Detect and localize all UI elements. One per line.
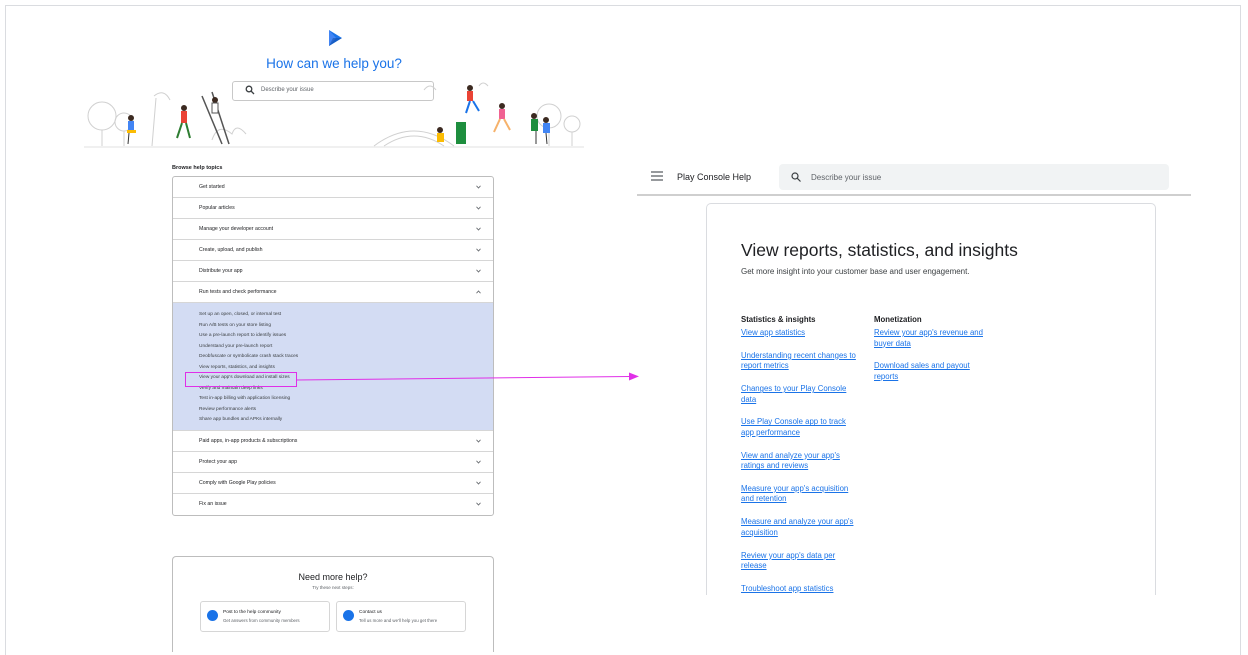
- chevron-down-icon: [476, 227, 481, 231]
- topic-comply-policies[interactable]: Comply with Google Play policies: [173, 473, 493, 494]
- option-desc: Tell us more and we'll help you get ther…: [359, 618, 438, 623]
- article-link[interactable]: View and analyze your app's ratings and …: [741, 451, 859, 472]
- topic-label: Protect your app: [199, 458, 238, 465]
- page-title: How can we help you?: [266, 56, 402, 71]
- hero-illustration: [84, 82, 584, 148]
- need-more-help-card: Need more help? Try these next steps: Po…: [172, 556, 494, 652]
- topics-accordion: Get started Popular articles Manage your…: [172, 176, 494, 516]
- help-card-subtitle: Try these next steps:: [312, 585, 354, 590]
- topic-developer-account[interactable]: Manage your developer account: [173, 219, 493, 240]
- article-link[interactable]: Use Play Console app to track app perfor…: [741, 417, 859, 438]
- article-subtitle: Get more insight into your customer base…: [741, 267, 970, 276]
- sub-item-link[interactable]: Share app bundles and APKs internally: [173, 415, 493, 426]
- topic-create-upload-publish[interactable]: Create, upload, and publish: [173, 240, 493, 261]
- search-icon: [791, 172, 801, 182]
- topic-fix-issue[interactable]: Fix an issue: [173, 494, 493, 515]
- column-heading: Monetization: [874, 315, 922, 324]
- search-input[interactable]: Describe your issue: [779, 164, 1169, 190]
- topic-label: Popular articles: [199, 205, 235, 211]
- article-link[interactable]: Download sales and payout reports: [874, 361, 992, 382]
- sub-item-link[interactable]: Run A/B tests on your store listing: [173, 321, 493, 332]
- column-heading: Statistics & insights: [741, 315, 816, 324]
- topic-label: Distribute your app: [199, 268, 243, 274]
- topic-label: Get started: [199, 184, 225, 190]
- article-card: View reports, statistics, and insights G…: [706, 203, 1156, 595]
- topic-label: Create, upload, and publish: [199, 247, 263, 253]
- statistics-column: Statistics & insights View app statistic…: [741, 315, 859, 595]
- expanded-topic-list: Set up an open, closed, or internal test…: [173, 303, 493, 431]
- sub-item-link[interactable]: Set up an open, closed, or internal test: [173, 310, 493, 321]
- option-desc: Get answers from community members: [223, 618, 300, 623]
- monetization-column: Monetization Review your app's revenue a…: [874, 315, 992, 395]
- sub-item-link[interactable]: Use a pre-launch report to identify issu…: [173, 331, 493, 342]
- chevron-down-icon: [476, 206, 481, 210]
- article-link[interactable]: Understanding recent changes to report m…: [741, 351, 859, 372]
- help-header: Play Console Help Describe your issue: [637, 160, 1191, 196]
- chevron-down-icon: [476, 481, 481, 485]
- article-link[interactable]: Review your app's revenue and buyer data: [874, 328, 992, 349]
- chevron-up-icon: [476, 290, 481, 294]
- topic-label: Fix an issue: [199, 500, 227, 507]
- article-link[interactable]: Changes to your Play Console data: [741, 384, 859, 405]
- topic-protect-app[interactable]: Protect your app: [173, 452, 493, 473]
- play-console-logo-icon[interactable]: [327, 29, 343, 47]
- topic-distribute-app[interactable]: Distribute your app: [173, 261, 493, 282]
- annotation-arrow: [296, 372, 639, 381]
- topic-label: Manage your developer account: [199, 226, 274, 232]
- topic-label: Comply with Google Play policies: [199, 479, 276, 486]
- sub-item-link[interactable]: Deobfuscate or symbolicate crash stack t…: [173, 352, 493, 363]
- article-link[interactable]: View app statistics: [741, 328, 859, 339]
- topic-run-tests[interactable]: Run tests and check performance: [173, 282, 493, 303]
- article-link[interactable]: Measure your app's acquisition and reten…: [741, 484, 859, 505]
- sub-item-link[interactable]: Understand your pre-launch report: [173, 342, 493, 353]
- article-link[interactable]: Measure and analyze your app's acquisiti…: [741, 517, 859, 538]
- topic-label: Paid apps, in-app products & subscriptio…: [199, 437, 298, 444]
- help-card-title: Need more help?: [298, 572, 368, 582]
- chevron-down-icon: [476, 269, 481, 273]
- chevron-down-icon: [476, 439, 481, 443]
- search-placeholder: Describe your issue: [811, 173, 882, 182]
- community-icon: [207, 610, 218, 621]
- topic-paid-apps[interactable]: Paid apps, in-app products & subscriptio…: [173, 431, 493, 452]
- topic-popular-articles[interactable]: Popular articles: [173, 198, 493, 219]
- highlight-box: [185, 372, 297, 387]
- help-center-title[interactable]: Play Console Help: [677, 172, 751, 182]
- contact-icon: [343, 610, 354, 621]
- option-title: Post to the help community: [223, 610, 281, 615]
- post-community-button[interactable]: Post to the help community Get answers f…: [200, 601, 330, 632]
- chevron-down-icon: [476, 248, 481, 252]
- article-title: View reports, statistics, and insights: [741, 240, 1018, 260]
- sub-item-link[interactable]: Test in-app billing with application lic…: [173, 394, 493, 405]
- option-title: Contact us: [359, 610, 382, 615]
- topic-label: Run tests and check performance: [199, 289, 277, 295]
- chevron-down-icon: [476, 502, 481, 506]
- menu-icon[interactable]: [651, 171, 663, 181]
- contact-us-button[interactable]: Contact us Tell us more and we'll help y…: [336, 601, 466, 632]
- article-link[interactable]: Review your app's data per release: [741, 551, 859, 572]
- article-link[interactable]: Troubleshoot app statistics: [741, 584, 859, 595]
- topic-get-started[interactable]: Get started: [173, 177, 493, 198]
- chevron-down-icon: [476, 460, 481, 464]
- sub-item-link[interactable]: Review performance alerts: [173, 405, 493, 416]
- browse-topics-heading: Browse help topics: [172, 165, 223, 171]
- chevron-down-icon: [476, 185, 481, 189]
